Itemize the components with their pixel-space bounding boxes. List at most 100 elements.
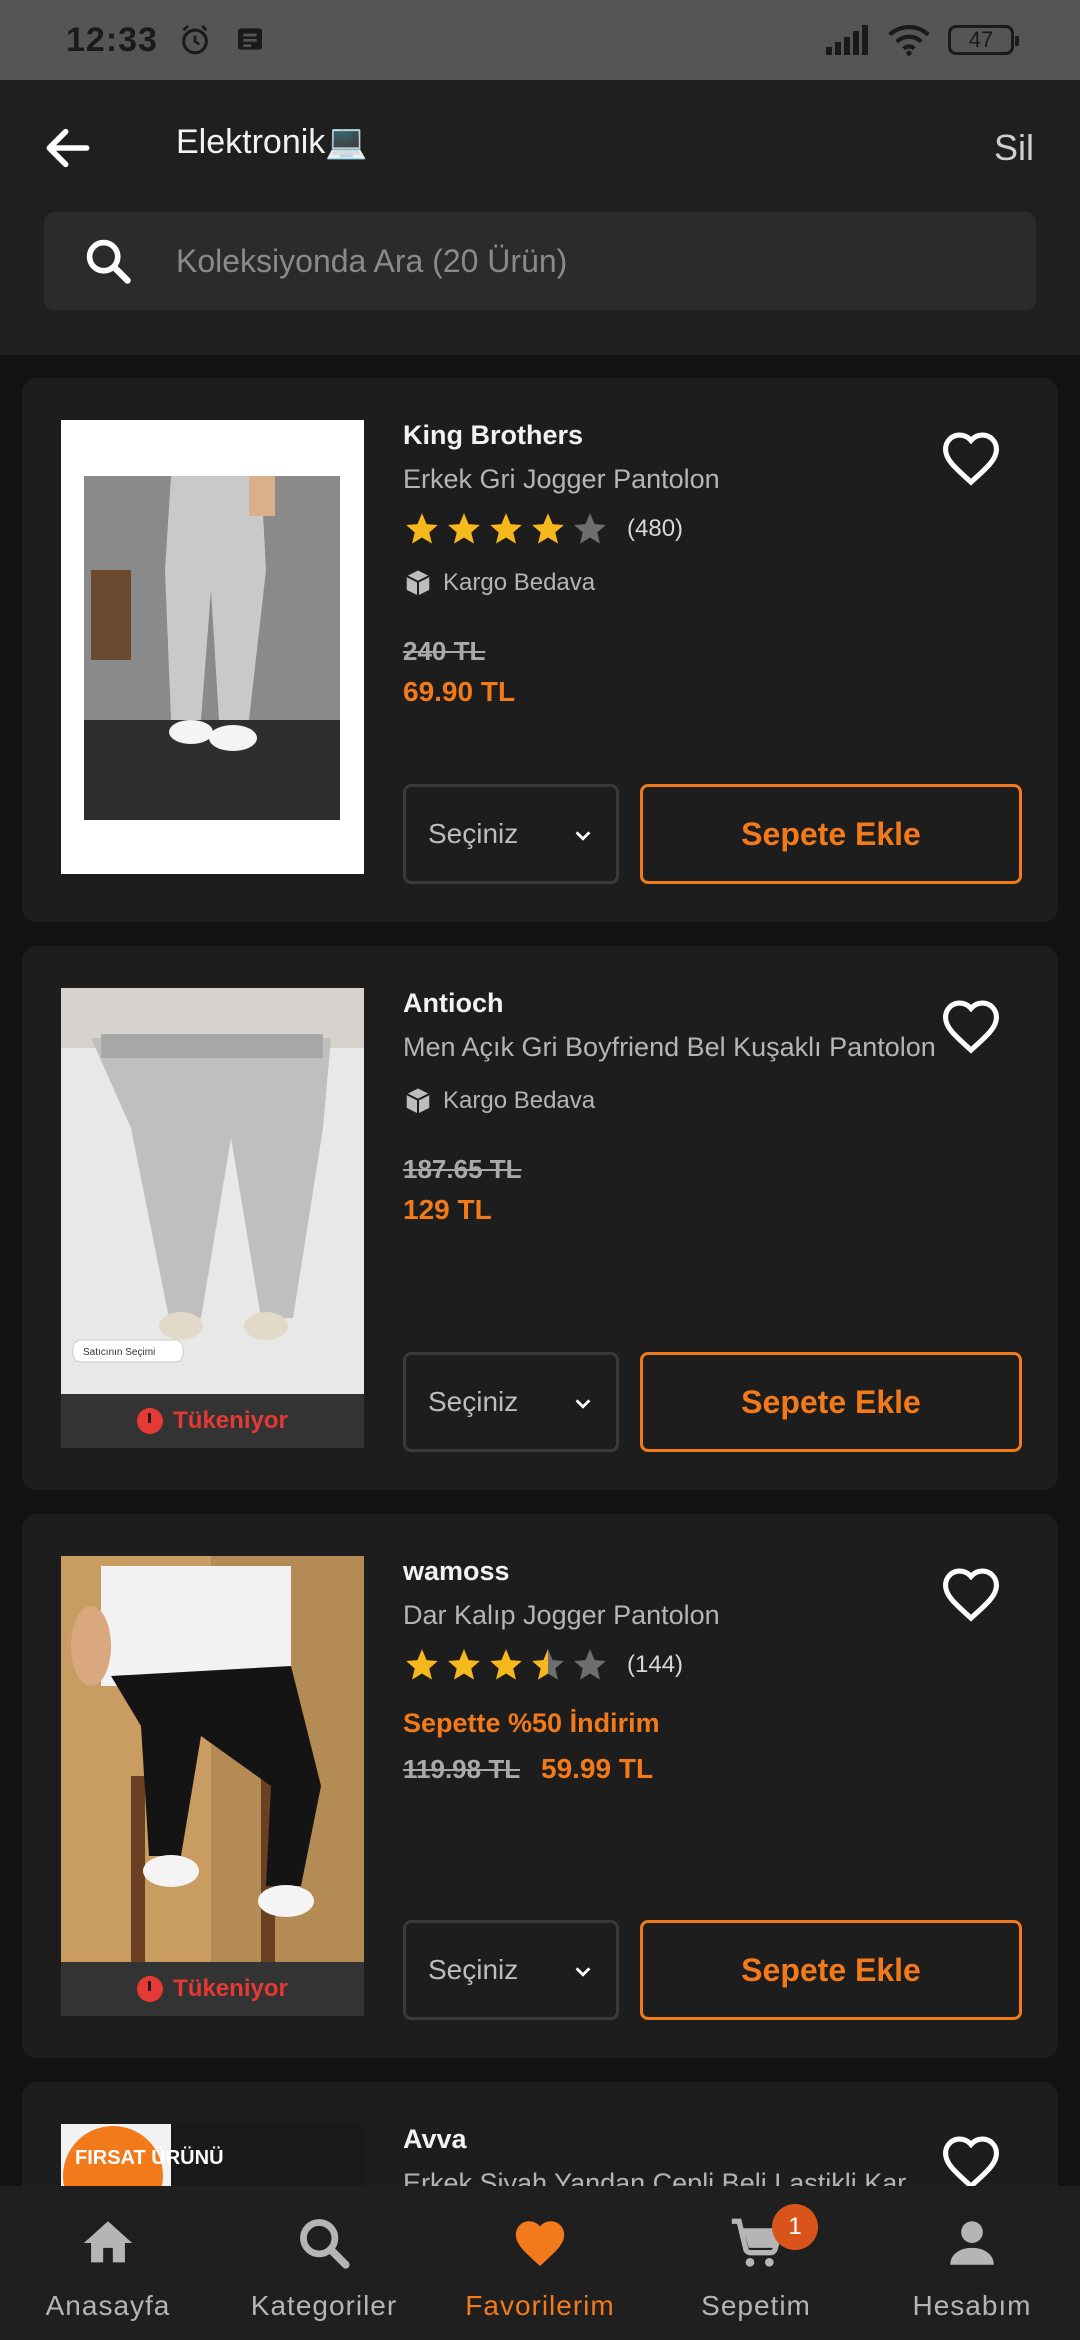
search-placeholder: Koleksiyonda Ara (20 Ürün) [176, 242, 568, 279]
product-card[interactable]: Satıcının Seçimi Tükeniyor Antioch Men A… [22, 946, 1058, 1490]
favorite-heart-icon[interactable] [940, 430, 1002, 486]
select-label: Seçiniz [428, 818, 519, 849]
product-name: Erkek Siyah Yandan Cepli Beli Lastikli K… [403, 2168, 943, 2186]
battery-indicator: 47 [948, 25, 1019, 55]
favorite-heart-icon[interactable] [940, 998, 1002, 1054]
product-image[interactable] [61, 420, 364, 874]
product-brand: Antioch [403, 988, 504, 1018]
star-full-icon [532, 513, 564, 544]
nav-label: Anasayfa [45, 2290, 171, 2321]
product-name: Men Açık Gri Boyfriend Bel Kuşaklı Panto… [403, 1032, 936, 1062]
alarm-icon [182, 24, 208, 55]
box-icon [406, 1088, 430, 1114]
old-price: 119.98 TL [403, 1754, 521, 1784]
star-full-icon [406, 1649, 438, 1680]
nav-home[interactable]: Anasayfa [0, 2186, 216, 2340]
clock-icon [137, 1976, 164, 2002]
star-full-icon [448, 513, 480, 544]
box-icon [406, 570, 430, 596]
star-empty-icon [574, 513, 606, 544]
current-price: 69.90 TL [403, 676, 516, 707]
variant-select[interactable]: Seçiniz [403, 1920, 619, 2020]
product-photo [61, 420, 364, 874]
nav-label: Kategoriler [250, 2290, 398, 2321]
seller-choice-badge: Satıcının Seçimi [83, 1347, 155, 1358]
product-image[interactable] [61, 1556, 364, 1962]
star-full-icon [490, 513, 522, 544]
rating-stars: (144) [403, 1646, 683, 1684]
product-name: Dar Kalıp Jogger Pantolon [403, 1600, 720, 1630]
variant-select[interactable]: Seçiniz [403, 1352, 619, 1452]
search-icon [86, 239, 131, 284]
nav-label: Favorilerim [465, 2290, 615, 2321]
product-brand: King Brothers [403, 420, 584, 450]
product-card[interactable]: FIRSAT ÜRÜNÜ Avva Erkek Siyah Yandan Cep… [22, 2082, 1058, 2186]
star-full-icon [448, 1649, 480, 1680]
search-icon [300, 2219, 350, 2269]
nav-account[interactable]: Hesabım [864, 2186, 1080, 2340]
add-to-cart-button[interactable]: Sepete Ekle [640, 784, 1022, 884]
star-half-icon [532, 1649, 564, 1680]
variant-select[interactable]: Seçiniz [403, 784, 619, 884]
review-count: (480) [627, 515, 684, 542]
stock-text: Tükeniyor [173, 1407, 288, 1434]
chevron-down-icon [575, 1399, 591, 1409]
bottom-navigation: Anasayfa Kategoriler Favorilerim 1 Sepet… [0, 2186, 1080, 2340]
shipping-text: Kargo Bedava [443, 1087, 596, 1114]
star-empty-icon [574, 1649, 606, 1680]
star-full-icon [406, 513, 438, 544]
nav-label: Hesabım [912, 2290, 1032, 2321]
product-brand: wamoss [403, 1556, 510, 1586]
page-title: Elektronik💻 [176, 123, 368, 161]
product-card[interactable]: Tükeniyor wamoss Dar Kalıp Jogger Pantol… [22, 1514, 1058, 2058]
delete-button[interactable]: Sil [994, 127, 1034, 169]
signal-icon [826, 25, 868, 55]
low-stock-label: Tükeniyor [61, 1394, 364, 1448]
status-time: 12:33 [66, 20, 158, 59]
select-label: Seçiniz [428, 1386, 519, 1417]
account-icon [950, 2221, 994, 2265]
heart-icon [515, 2221, 565, 2266]
search-input[interactable]: Koleksiyonda Ara (20 Ürün) [44, 212, 1036, 310]
add-to-cart-button[interactable]: Sepete Ekle [640, 1352, 1022, 1452]
wifi-icon [888, 24, 930, 56]
chevron-down-icon [575, 1967, 591, 1977]
deal-badge: FIRSAT ÜRÜNÜ [75, 2146, 224, 2169]
cart-discount-label: Sepette %50 İndirim [403, 1708, 660, 1738]
favorite-heart-icon[interactable] [940, 1566, 1002, 1622]
free-shipping-label: Kargo Bedava [403, 1086, 595, 1116]
product-card[interactable]: King Brothers Erkek Gri Jogger Pantolon … [22, 378, 1058, 922]
shipping-text: Kargo Bedava [443, 569, 596, 596]
star-full-icon [490, 1649, 522, 1680]
back-arrow-icon[interactable] [40, 120, 96, 176]
cart-count-badge: 1 [772, 2204, 818, 2250]
nav-cart[interactable]: 1 Sepetim [648, 2186, 864, 2340]
product-name: Erkek Gri Jogger Pantolon [403, 464, 720, 494]
product-image[interactable]: FIRSAT ÜRÜNÜ [61, 2124, 364, 2186]
review-count: (144) [627, 1651, 684, 1678]
old-price: 187.65 TL [403, 1154, 522, 1184]
current-price: 59.99 TL [541, 1753, 654, 1784]
clock-icon [137, 1408, 164, 1434]
favorite-heart-icon[interactable] [940, 2134, 1002, 2186]
nav-categories[interactable]: Kategoriler [216, 2186, 432, 2340]
product-photo: Satıcının Seçimi [61, 988, 364, 1394]
product-photo [61, 1556, 364, 1962]
home-icon [83, 2221, 133, 2263]
old-price: 240 TL [403, 636, 486, 666]
free-shipping-label: Kargo Bedava [403, 568, 595, 598]
product-photo: FIRSAT ÜRÜNÜ [61, 2124, 364, 2186]
product-image[interactable]: Satıcının Seçimi [61, 988, 364, 1394]
battery-level: 47 [968, 27, 994, 52]
nav-favorites[interactable]: Favorilerim [432, 2186, 648, 2340]
chevron-down-icon [575, 831, 591, 841]
current-price: 129 TL [403, 1194, 492, 1225]
add-to-cart-button[interactable]: Sepete Ekle [640, 1920, 1022, 2020]
select-label: Seçiniz [428, 1954, 519, 1985]
rating-stars: (480) [403, 510, 683, 548]
nav-label: Sepetim [701, 2290, 811, 2321]
app-header: Elektronik💻 Sil Koleksiyonda Ara (20 Ürü… [0, 80, 1080, 355]
status-bar: 12:33 47 [0, 0, 1080, 80]
product-brand: Avva [403, 2124, 467, 2154]
stock-text: Tükeniyor [173, 1975, 288, 2002]
